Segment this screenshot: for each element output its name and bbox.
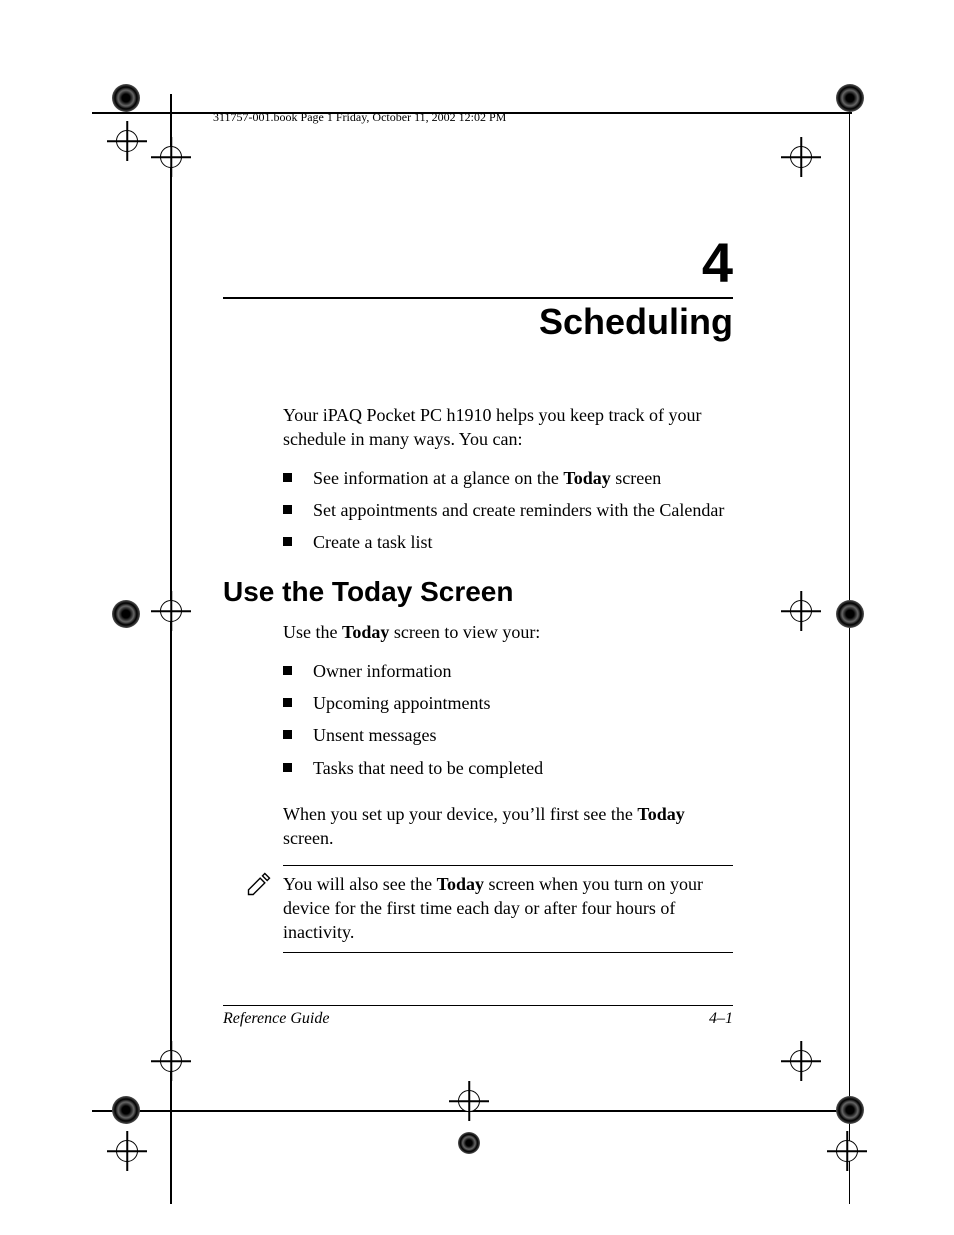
- note-block: You will also see the Today screen when …: [223, 872, 733, 945]
- text-bold: Today: [342, 622, 389, 642]
- page-content: 311757-001.book Page 1 Friday, October 1…: [223, 110, 733, 959]
- intro-paragraph: Your iPAQ Pocket PC h1910 helps you keep…: [223, 403, 733, 452]
- bullet-text: Set appointments and create reminders wi…: [313, 500, 724, 520]
- list-item: Upcoming appointments: [283, 691, 733, 715]
- header-stamp: 311757-001.book Page 1 Friday, October 1…: [213, 110, 733, 125]
- text-run: Use the: [283, 622, 342, 642]
- bullet-text: Create a task list: [313, 532, 432, 552]
- crop-mark-bottom-left: [92, 1040, 232, 1200]
- list-item: Tasks that need to be completed: [283, 756, 733, 780]
- note-bold: Today: [437, 874, 484, 894]
- crop-mark-left-upper: [92, 130, 212, 250]
- list-item: Owner information: [283, 659, 733, 683]
- note-rule-top: [283, 865, 733, 866]
- chapter-title: Scheduling: [223, 301, 733, 343]
- crop-mark-right-mid: [744, 570, 864, 690]
- crop-mark-bottom-right: [724, 1040, 864, 1200]
- list-item: Set appointments and create reminders wi…: [283, 498, 733, 522]
- bullet-text: See information at a glance on the: [313, 468, 563, 488]
- page-footer: Reference Guide 4–1: [223, 1005, 733, 1028]
- text-bold: Today: [637, 804, 684, 824]
- section-heading: Use the Today Screen: [223, 576, 733, 608]
- chapter-rule: [223, 297, 733, 299]
- footer-right: 4–1: [709, 1010, 733, 1028]
- chapter-number: 4: [223, 235, 733, 291]
- text-run: When you set up your device, you’ll firs…: [283, 804, 637, 824]
- pencil-icon: [245, 870, 273, 907]
- footer-rule: [223, 1005, 733, 1006]
- intro-bullet-list: See information at a glance on the Today…: [223, 466, 733, 555]
- note-rule-bottom: [283, 952, 733, 953]
- note-text: You will also see the: [283, 874, 437, 894]
- bullet-text: screen: [611, 468, 661, 488]
- text-run: screen to view your:: [389, 622, 540, 642]
- closing-paragraph: When you set up your device, you’ll firs…: [223, 802, 733, 851]
- list-item: See information at a glance on the Today…: [283, 466, 733, 490]
- section-intro: Use the Today screen to view your:: [223, 620, 733, 644]
- list-item: Create a task list: [283, 530, 733, 554]
- crop-mark-top-right: [724, 60, 864, 190]
- footer-left: Reference Guide: [223, 1010, 329, 1028]
- section-bullet-list: Owner information Upcoming appointments …: [223, 659, 733, 780]
- crop-mark-left-mid: [92, 570, 212, 690]
- text-run: screen.: [283, 828, 333, 848]
- list-item: Unsent messages: [283, 723, 733, 747]
- crop-mark-bottom-center: [440, 1080, 560, 1200]
- bullet-bold: Today: [563, 468, 610, 488]
